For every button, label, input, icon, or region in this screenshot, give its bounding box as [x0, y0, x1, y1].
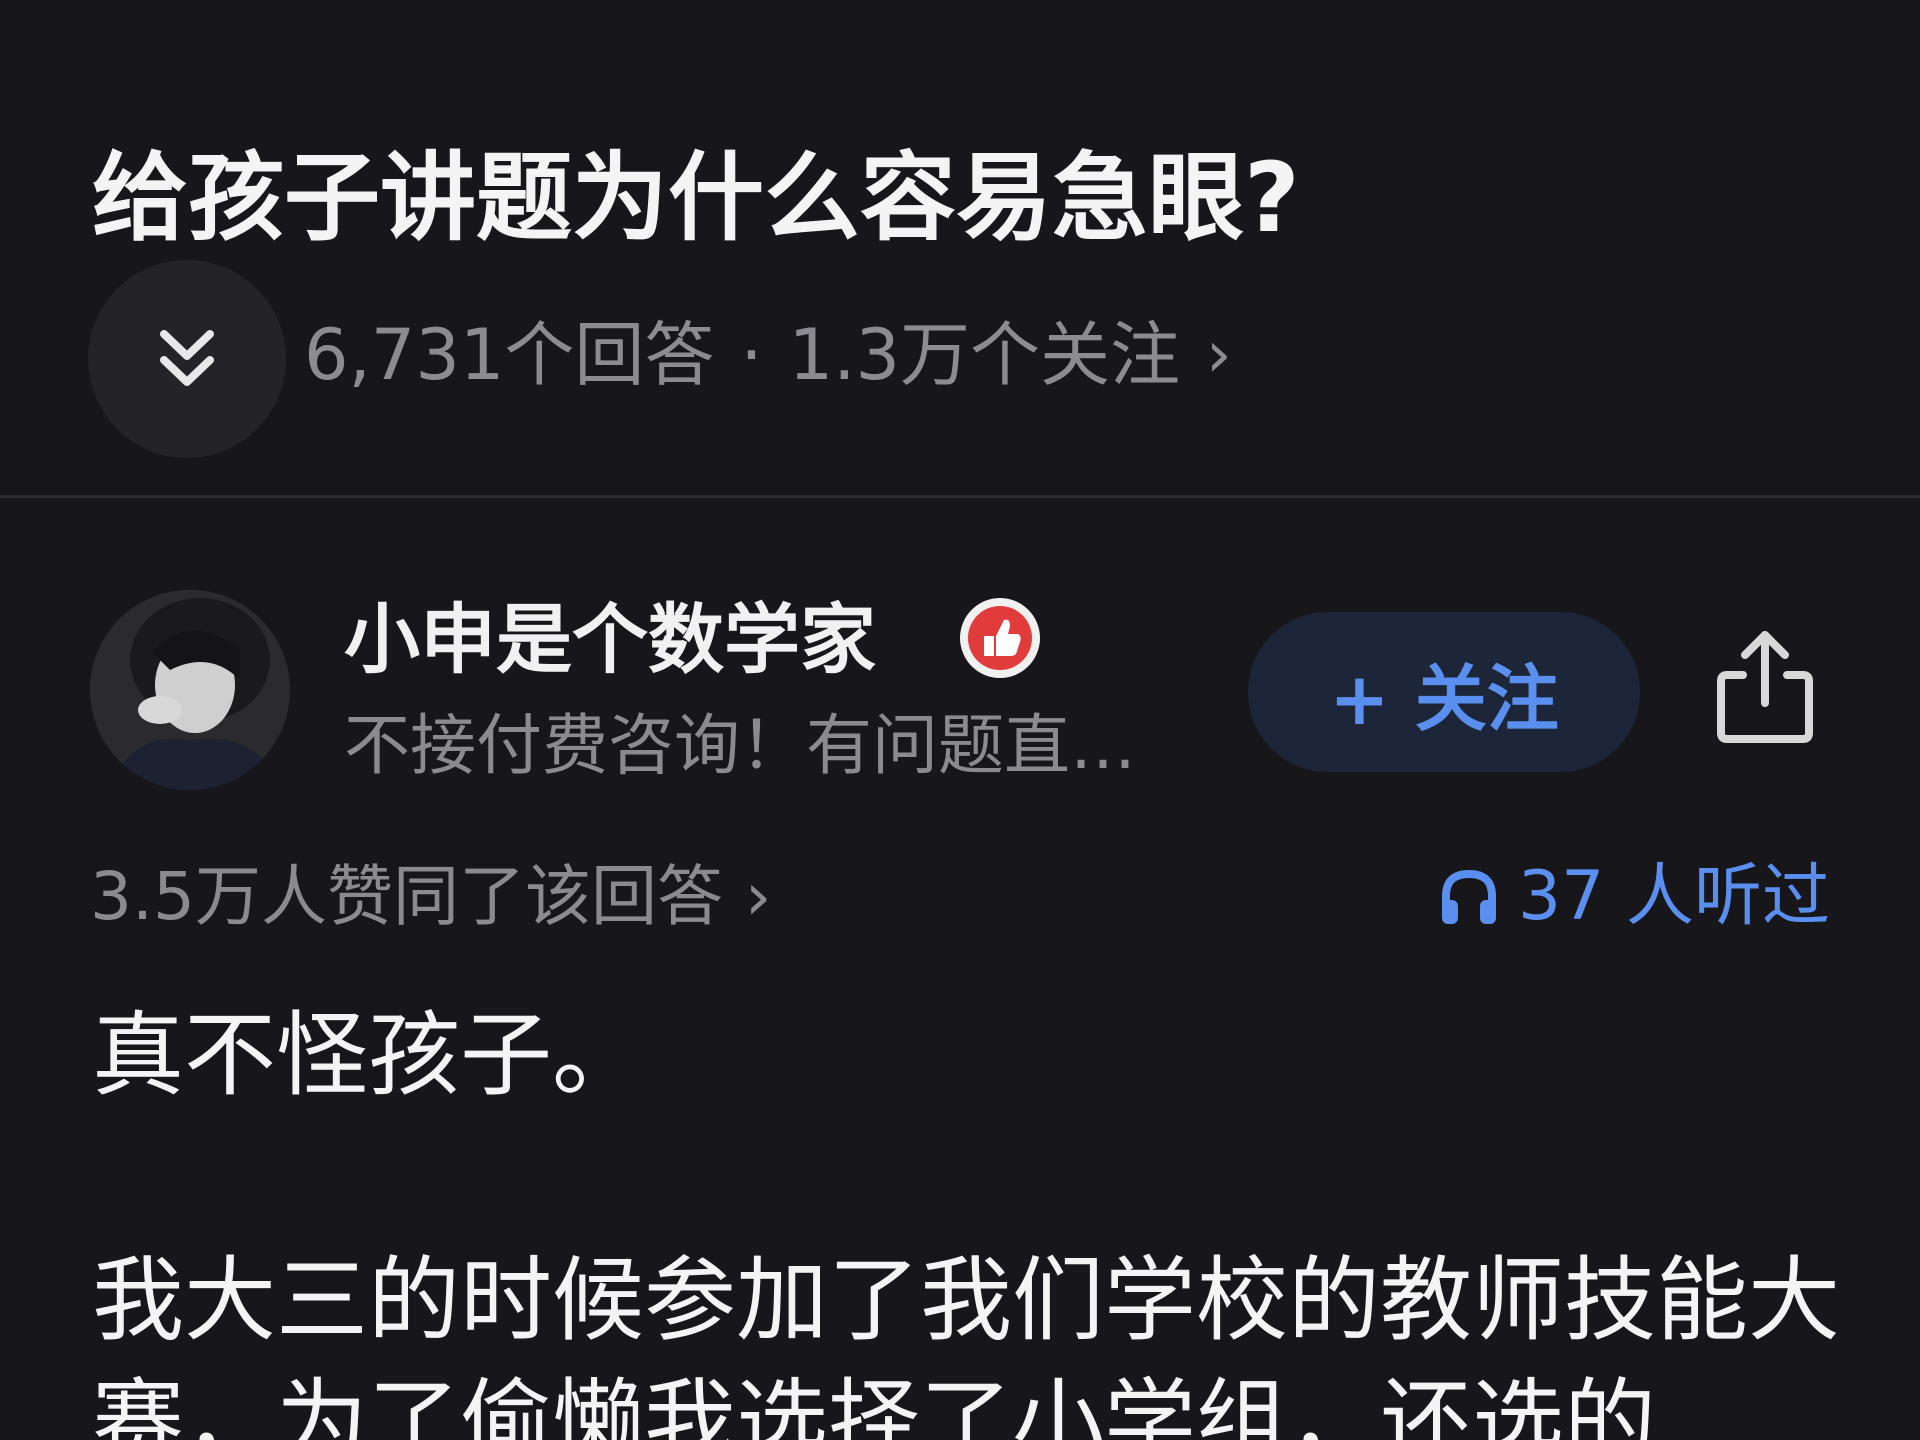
question-title[interactable]: 给孩子讲题为什么容易急眼? [92, 138, 1300, 258]
thumbs-up-badge-icon [960, 598, 1040, 678]
share-icon [1717, 631, 1813, 743]
follow-button[interactable]: + 关注 [1248, 612, 1640, 772]
chevron-right-icon: › [744, 858, 772, 935]
share-button[interactable] [1710, 620, 1820, 750]
answer-paragraph: 真不怪孩子。 [92, 1002, 645, 1109]
approval-count: 3.5万人赞同了该回答 [90, 858, 723, 935]
listen-count: 37 人听过 [1517, 857, 1830, 936]
approval-stats[interactable]: 3.5万人赞同了该回答 › [90, 856, 771, 938]
answers-count: 6,731个回答 [304, 314, 715, 396]
followers-count: 1.3万个关注 [788, 314, 1180, 396]
answer-page: 给孩子讲题为什么容易急眼? 6,731个回答 · 1.3万个关注 › 小申是个数… [0, 0, 1920, 1440]
question-meta[interactable]: 6,731个回答 · 1.3万个关注 › [304, 312, 1232, 398]
avatar-image [90, 590, 290, 790]
double-chevron-down-icon [160, 330, 214, 386]
meta-separator: · [740, 314, 763, 396]
listen-info[interactable]: 37 人听过 [1438, 856, 1830, 938]
follow-label: + 关注 [1329, 656, 1559, 741]
headphones-icon [1441, 869, 1496, 924]
collapse-button[interactable] [88, 260, 286, 458]
author-bio: 不接付费咨询！有问题直… [344, 707, 1136, 784]
divider [0, 495, 1920, 498]
avatar[interactable] [90, 590, 290, 790]
answer-paragraph: 我大三的时候参加了我们学校的教师技能大赛，为了偷懒我选择了小学组，还选的 [92, 1247, 1841, 1440]
author-name[interactable]: 小申是个数学家 [344, 594, 876, 686]
chevron-right-icon: › [1206, 318, 1232, 392]
